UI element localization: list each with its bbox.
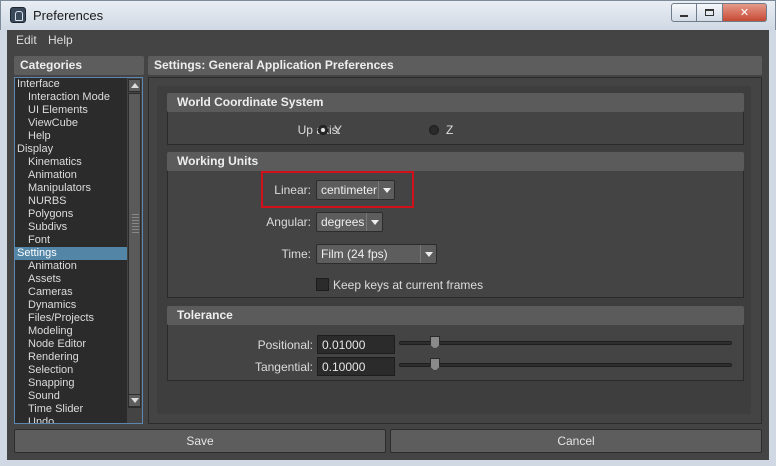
category-item-settings[interactable]: Settings [15, 247, 127, 260]
category-item-snapping[interactable]: Snapping [15, 377, 127, 390]
keep-keys-checkbox[interactable] [316, 278, 329, 291]
category-item-modeling[interactable]: Modeling [15, 325, 127, 338]
tangential-slider[interactable] [399, 363, 732, 367]
menu-bar: Edit Help [7, 30, 769, 51]
category-item-interaction-mode[interactable]: Interaction Mode [15, 91, 127, 104]
angular-dropdown[interactable]: degrees [316, 212, 383, 232]
categories-scrollbar[interactable] [127, 78, 142, 423]
category-item-font[interactable]: Font [15, 234, 127, 247]
category-item-selection[interactable]: Selection [15, 364, 127, 377]
app-icon [10, 7, 26, 23]
title-bar[interactable]: Preferences ✕ [0, 0, 776, 30]
time-label: Time: [281, 247, 311, 261]
up-axis-y-radio[interactable] [318, 125, 328, 135]
category-item-assets[interactable]: Assets [15, 273, 127, 286]
minimize-button[interactable] [671, 3, 697, 22]
angular-value: degrees [321, 215, 365, 229]
category-item-viewcube[interactable]: ViewCube [15, 117, 127, 130]
categories-items: Interface Interaction Mode UI Elements View… [15, 78, 127, 423]
window-title: Preferences [33, 8, 104, 23]
angular-label: Angular: [266, 215, 311, 229]
arrow-down-icon [130, 398, 139, 403]
category-item-time-slider[interactable]: Time Slider [15, 403, 127, 416]
positional-label: Positional: [257, 338, 313, 352]
minimize-icon [680, 14, 688, 17]
time-value: Film (24 fps) [321, 247, 388, 261]
category-item-animation[interactable]: Animation [15, 260, 127, 273]
scroll-up-button[interactable] [128, 79, 141, 92]
category-item-kinematics[interactable]: Kinematics [15, 156, 127, 169]
category-item-undo[interactable]: Undo [15, 416, 127, 423]
close-button[interactable]: ✕ [723, 3, 767, 22]
category-item-files-projects[interactable]: Files/Projects [15, 312, 127, 325]
category-item-nurbs[interactable]: NURBS [15, 195, 127, 208]
category-item-display[interactable]: Display [15, 143, 127, 156]
settings-header: Settings: General Application Preference… [148, 56, 762, 75]
menu-edit[interactable]: Edit [16, 33, 37, 47]
categories-header: Categories [14, 56, 144, 75]
keep-keys-label: Keep keys at current frames [333, 278, 484, 292]
world-coordinate-header[interactable]: World Coordinate System [167, 93, 744, 112]
scroll-thumb[interactable] [128, 93, 141, 408]
category-item-help[interactable]: Help [15, 130, 127, 143]
category-item-dynamics[interactable]: Dynamics [15, 299, 127, 312]
chevron-down-icon [424, 251, 433, 257]
category-item-subdivs[interactable]: Subdivs [15, 221, 127, 234]
tolerance-header[interactable]: Tolerance [167, 306, 744, 325]
categories-list[interactable]: Interface Interaction Mode UI Elements View… [14, 77, 143, 424]
time-dropdown[interactable]: Film (24 fps) [316, 244, 437, 264]
save-button[interactable]: Save [14, 429, 386, 453]
positional-field[interactable]: 0.01000 [317, 335, 395, 354]
category-item-sound[interactable]: Sound [15, 390, 127, 403]
category-item-animation[interactable]: Animation [15, 169, 127, 182]
positional-slider[interactable] [399, 341, 732, 345]
maximize-button[interactable] [697, 3, 723, 22]
grip-icon [132, 214, 139, 234]
category-item-polygons[interactable]: Polygons [15, 208, 127, 221]
close-icon: ✕ [739, 7, 750, 19]
category-item-cameras[interactable]: Cameras [15, 286, 127, 299]
cancel-button[interactable]: Cancel [390, 429, 762, 453]
menu-help[interactable]: Help [48, 33, 73, 47]
category-item-ui-elements[interactable]: UI Elements [15, 104, 127, 117]
category-item-node-editor[interactable]: Node Editor [15, 338, 127, 351]
up-axis-z-radio[interactable] [429, 125, 439, 135]
category-item-manipulators[interactable]: Manipulators [15, 182, 127, 195]
linear-highlight-box [261, 171, 414, 208]
tangential-label: Tangential: [254, 360, 313, 374]
tangential-field[interactable]: 0.10000 [317, 357, 395, 376]
category-item-rendering[interactable]: Rendering [15, 351, 127, 364]
angular-dropdown-arrow [366, 213, 382, 231]
working-units-header[interactable]: Working Units [167, 152, 744, 171]
scroll-down-button[interactable] [128, 394, 141, 407]
time-dropdown-arrow [420, 245, 436, 263]
window-controls: ✕ [671, 3, 767, 22]
maximize-icon [705, 9, 714, 16]
up-axis-z-label: Z [446, 123, 454, 137]
up-axis-y-label: Y [334, 123, 343, 137]
category-item-interface[interactable]: Interface [15, 78, 127, 91]
arrow-up-icon [130, 83, 139, 88]
chevron-down-icon [370, 219, 379, 225]
